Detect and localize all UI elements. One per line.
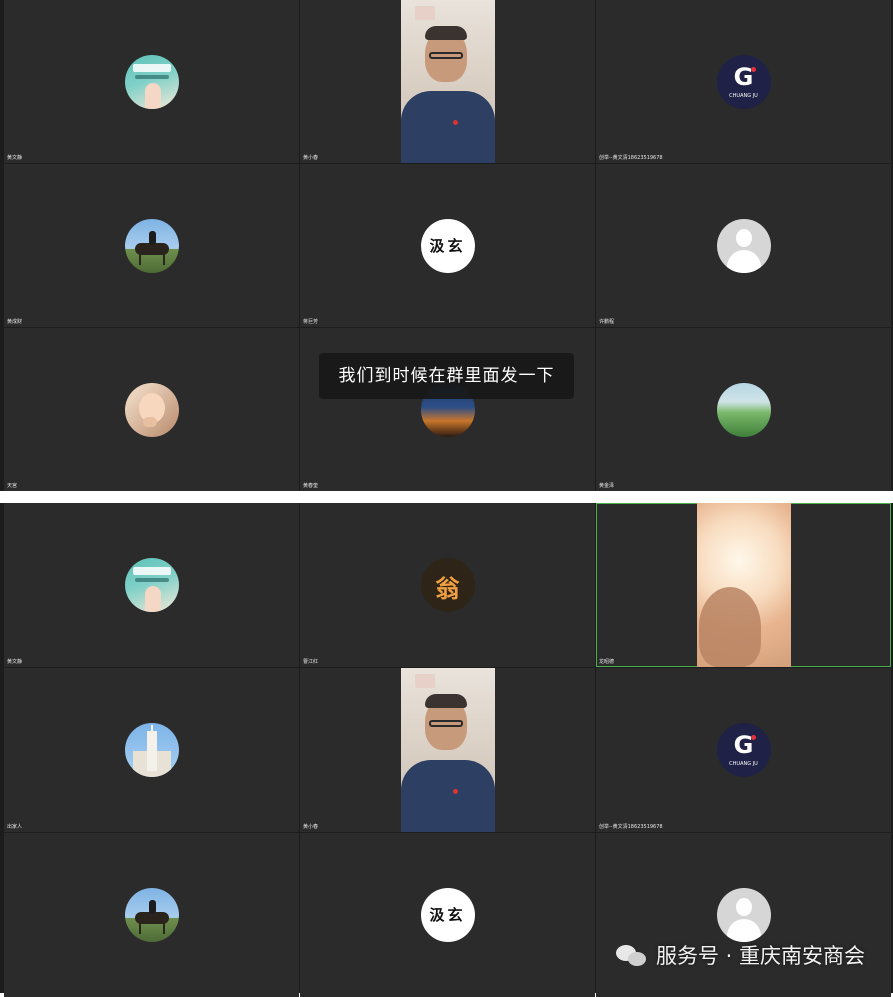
- participant-name: 黄文静: [7, 155, 23, 161]
- watermark-text: 服务号 · 重庆南安商会: [655, 944, 865, 968]
- chuangju-logo-avatar: G CHUANG JU: [716, 54, 771, 109]
- chuangju-logo-text: CHUANG JU: [729, 92, 758, 99]
- church-avatar: [124, 723, 179, 777]
- participant-grid: 黄文静 翁 曹江红 龙昭德 出家人 黄小春 G CHUANG JU 创举--黄文…: [4, 503, 893, 997]
- participant-tile[interactable]: [4, 833, 299, 997]
- participant-name: 黄金泽: [599, 483, 615, 489]
- green-hills-avatar: [716, 382, 771, 437]
- participant-name: 黄春奎: [303, 483, 319, 489]
- baby-photo-avatar: [124, 382, 179, 437]
- participant-tile[interactable]: 黄文静: [4, 0, 299, 163]
- text-logo-text: 汲玄: [429, 236, 466, 255]
- participant-name: 黄文静: [7, 659, 23, 665]
- participant-tile[interactable]: 黄金泽: [596, 328, 891, 491]
- participant-tile[interactable]: G CHUANG JU 创举--黄文清18623519678: [596, 668, 891, 832]
- watermark: 服务号 · 重庆南安商会: [615, 941, 865, 971]
- participant-tile[interactable]: 汲玄: [300, 833, 595, 997]
- poster-avatar: [124, 558, 179, 612]
- participant-tile[interactable]: 翁 曹江红: [300, 503, 595, 667]
- participant-name: 创举--黄文清18623519678: [599, 155, 663, 161]
- live-caption: 我们到时候在群里面发一下: [319, 353, 574, 399]
- participant-name: 黄成财: [7, 319, 23, 325]
- participant-tile[interactable]: 黄小春: [300, 0, 595, 163]
- participant-tile[interactable]: 天宫: [4, 328, 299, 491]
- participant-tile[interactable]: 黄成财: [4, 164, 299, 327]
- text-logo-text: 汲玄: [429, 906, 466, 924]
- participant-tile[interactable]: 黄文静: [4, 503, 299, 667]
- active-speaker-tile[interactable]: 龙昭德: [596, 503, 891, 667]
- participant-tile[interactable]: 黄小春: [300, 668, 595, 832]
- weng-character-text: 翁: [435, 574, 460, 603]
- video-grid-bottom: 黄文静 翁 曹江红 龙昭德 出家人 黄小春 G CHUANG JU 创举--黄文…: [0, 503, 893, 997]
- text-logo-avatar: 汲玄: [420, 218, 475, 273]
- wechat-icon: [615, 943, 648, 969]
- participant-video: [400, 0, 495, 163]
- chuangju-logo-letter: G: [733, 62, 754, 91]
- default-user-icon: [716, 888, 771, 942]
- horse-rider-avatar: [124, 218, 179, 273]
- participant-video: [696, 503, 791, 667]
- participant-name: 黄小春: [303, 155, 319, 161]
- participant-name: 许鹏程: [599, 319, 615, 325]
- horse-rider-avatar: [124, 888, 179, 942]
- participant-name: 天宫: [7, 483, 18, 489]
- participant-tile[interactable]: G CHUANG JU 创举--黄文清18623519678: [596, 0, 891, 163]
- participant-name: 出家人: [7, 824, 23, 830]
- participant-grid: 黄文静 黄小春 G CHUANG JU 创举--黄文清18623519678 黄…: [4, 0, 893, 491]
- participant-name: 曹江红: [303, 659, 319, 665]
- participant-name: 蒋巨芳: [303, 319, 319, 325]
- weng-character-avatar: 翁: [420, 558, 475, 612]
- participant-video: [400, 668, 495, 832]
- chuangju-logo-text: CHUANG JU: [729, 761, 758, 767]
- participant-tile[interactable]: 出家人: [4, 668, 299, 832]
- participant-tile[interactable]: [596, 833, 891, 997]
- text-logo-avatar: 汲玄: [420, 888, 475, 942]
- participant-name: 创举--黄文清18623519678: [599, 824, 663, 830]
- chuangju-logo-letter: G: [733, 731, 754, 759]
- poster-avatar: [124, 54, 179, 109]
- video-grid-top: 黄文静 黄小春 G CHUANG JU 创举--黄文清18623519678 黄…: [0, 0, 893, 491]
- participant-tile[interactable]: 汲玄 蒋巨芳: [300, 164, 595, 327]
- default-user-icon: [716, 218, 771, 273]
- participant-tile[interactable]: 许鹏程: [596, 164, 891, 327]
- chuangju-logo-avatar: G CHUANG JU: [716, 723, 771, 777]
- participant-name: 龙昭德: [599, 659, 615, 665]
- participant-name: 黄小春: [303, 824, 319, 830]
